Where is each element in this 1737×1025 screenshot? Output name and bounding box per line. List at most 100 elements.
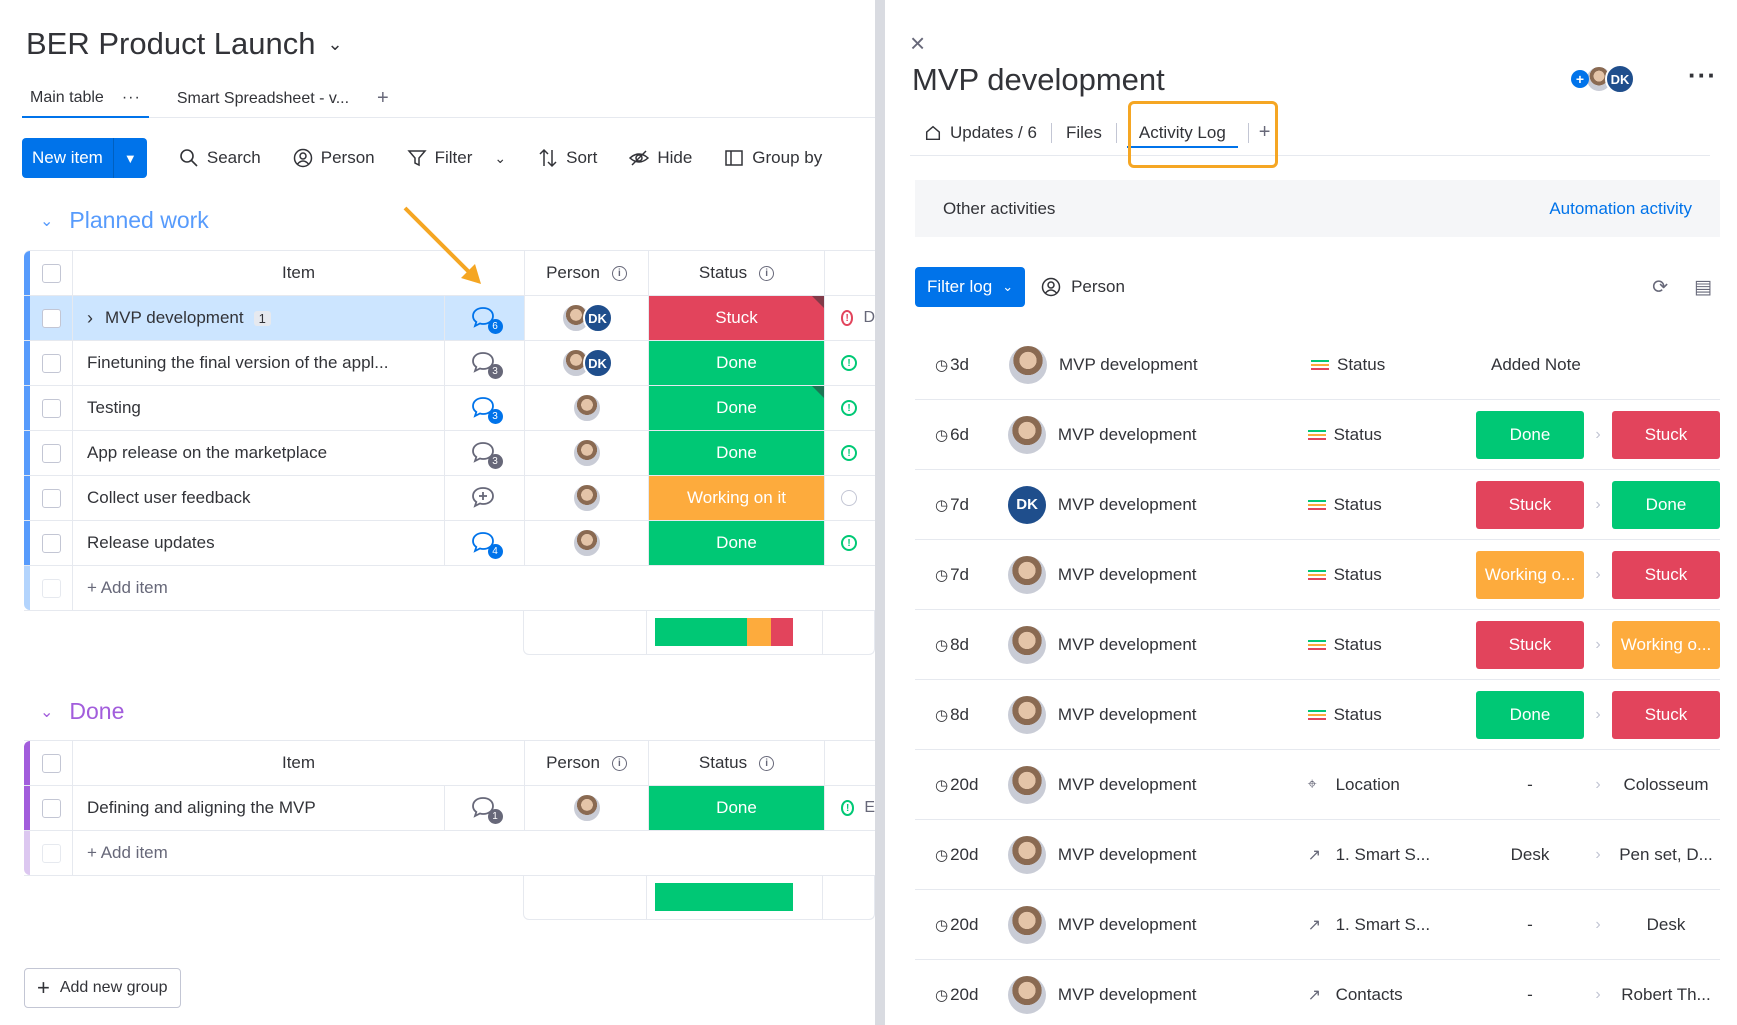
group-header-done[interactable]: ⌄ Done xyxy=(40,698,124,725)
log-row[interactable]: ◷ 20d MVP development ↗ Contacts - › Robert Th.… xyxy=(915,960,1720,1025)
log-row[interactable]: ◷ 6d MVP development Status Done › Stuck xyxy=(915,400,1720,470)
status-cell[interactable]: Working on it xyxy=(649,476,825,520)
add-view-button[interactable]: + xyxy=(377,87,389,110)
add-tab-button[interactable]: + xyxy=(1259,121,1271,144)
person-cell[interactable] xyxy=(525,786,649,830)
info-icon[interactable]: i xyxy=(759,755,775,771)
tab-updates[interactable]: Updates / 6 xyxy=(910,110,1051,156)
person-cell[interactable] xyxy=(525,476,649,520)
item-name[interactable]: Finetuning the final version of the appl… xyxy=(87,353,388,373)
log-item-name[interactable]: MVP development xyxy=(1050,635,1308,655)
log-item-name[interactable]: MVP development xyxy=(1050,705,1308,725)
conversation-icon[interactable]: 3 xyxy=(471,441,503,469)
row-checkbox[interactable] xyxy=(41,443,61,463)
log-row[interactable]: ◷ 3d MVP development Status Added Note xyxy=(915,330,1720,400)
more-icon[interactable]: ··· xyxy=(122,89,141,107)
log-item-name[interactable]: MVP development xyxy=(1050,985,1308,1005)
item-name[interactable]: App release on the marketplace xyxy=(87,443,327,463)
chevron-down-icon[interactable]: ⌄ xyxy=(40,211,53,231)
other-activities-tab[interactable]: Other activities xyxy=(943,199,1055,219)
status-cell[interactable]: Done xyxy=(649,341,825,385)
chevron-down-icon[interactable]: ▼ xyxy=(112,138,147,178)
row-checkbox[interactable] xyxy=(41,798,61,818)
log-row[interactable]: ◷ 7d DK MVP development Status Stuck › Done xyxy=(915,470,1720,540)
item-name[interactable]: Release updates xyxy=(87,533,215,553)
group-header-planned-work[interactable]: ⌄ Planned work xyxy=(40,207,209,234)
select-all-checkbox[interactable] xyxy=(41,263,61,283)
chevron-down-icon[interactable]: ⌄ xyxy=(40,702,53,722)
table-row[interactable]: Testing 3 Done ! xyxy=(24,386,875,431)
export-excel-icon[interactable]: ▤ xyxy=(1694,276,1712,299)
extra-cell[interactable]: ! xyxy=(825,386,875,430)
updates-cell[interactable]: 4 xyxy=(445,521,525,565)
status-cell[interactable]: Done xyxy=(649,521,825,565)
add-item-row[interactable]: + Add item xyxy=(24,831,875,876)
column-header-status[interactable]: Status i xyxy=(649,741,825,785)
column-header-person[interactable]: Person i xyxy=(525,251,649,295)
column-header-status[interactable]: Status i xyxy=(649,251,825,295)
log-item-name[interactable]: MVP development xyxy=(1050,565,1308,585)
status-cell[interactable]: Stuck xyxy=(649,296,825,340)
extra-cell[interactable]: ! xyxy=(825,431,875,475)
person-cell[interactable] xyxy=(525,521,649,565)
add-update-icon[interactable] xyxy=(471,486,499,510)
extra-cell[interactable] xyxy=(825,476,875,520)
tab-main-table[interactable]: Main table ··· xyxy=(22,80,149,118)
updates-cell[interactable]: 6 xyxy=(445,296,525,340)
table-row[interactable]: Finetuning the final version of the appl… xyxy=(24,341,875,386)
log-row[interactable]: ◷ 20d MVP development ↗ 1. Smart S... Desk › Pe… xyxy=(915,820,1720,890)
log-item-name[interactable]: MVP development xyxy=(1050,845,1308,865)
row-checkbox[interactable] xyxy=(41,353,61,373)
subscribers[interactable]: + DK xyxy=(1571,64,1635,94)
row-checkbox[interactable] xyxy=(41,398,61,418)
person-filter-button[interactable]: Person xyxy=(1041,277,1125,297)
person-cell[interactable] xyxy=(525,431,649,475)
item-name-cell[interactable]: › MVP development 1 xyxy=(73,296,445,340)
person-cell[interactable]: DK xyxy=(525,296,649,340)
extra-cell[interactable]: ! E xyxy=(825,786,875,830)
add-item-input[interactable]: + Add item xyxy=(73,831,875,875)
status-cell[interactable]: Done xyxy=(649,431,825,475)
add-item-row[interactable]: + Add item xyxy=(24,566,875,611)
updates-cell[interactable]: 3 xyxy=(445,431,525,475)
status-cell[interactable]: Done xyxy=(649,786,825,830)
updates-cell[interactable]: 3 xyxy=(445,341,525,385)
log-item-name[interactable]: MVP development xyxy=(1050,495,1308,515)
select-all-checkbox[interactable] xyxy=(41,753,61,773)
column-header-person[interactable]: Person i xyxy=(525,741,649,785)
filter-button[interactable]: Filter ⌄ xyxy=(406,148,506,168)
panel-divider[interactable] xyxy=(875,0,885,1025)
panel-title[interactable]: MVP development xyxy=(912,62,1165,98)
sort-button[interactable]: Sort xyxy=(538,148,597,168)
extra-cell[interactable]: ! xyxy=(825,521,875,565)
extra-cell[interactable]: ! D xyxy=(825,296,875,340)
automation-activity-link[interactable]: Automation activity xyxy=(1549,199,1692,219)
log-row[interactable]: ◷ 20d MVP development ↗ 1. Smart S... - › Desk xyxy=(915,890,1720,960)
log-row[interactable]: ◷ 20d MVP development ⌖ Location - › Colosseum xyxy=(915,750,1720,820)
log-item-name[interactable]: MVP development xyxy=(1051,355,1311,375)
filter-log-button[interactable]: Filter log ⌄ xyxy=(915,267,1026,307)
updates-cell[interactable]: 3 xyxy=(445,386,525,430)
refresh-icon[interactable]: ⟳ xyxy=(1652,276,1668,299)
log-row[interactable]: ◷ 7d MVP development Status Working o... › Stu… xyxy=(915,540,1720,610)
table-row[interactable]: › MVP development 1 6 DK Stuck ! D xyxy=(24,296,875,341)
item-name[interactable]: Testing xyxy=(87,398,141,418)
item-name-cell[interactable]: App release on the marketplace xyxy=(73,431,445,475)
log-row[interactable]: ◷ 8d MVP development Status Done › Stuck xyxy=(915,680,1720,750)
item-name-cell[interactable]: Collect user feedback xyxy=(73,476,445,520)
log-row[interactable]: ◷ 8d MVP development Status Stuck › Working o.… xyxy=(915,610,1720,680)
hide-button[interactable]: Hide xyxy=(629,148,692,168)
row-checkbox[interactable] xyxy=(41,533,61,553)
status-distribution-bar[interactable] xyxy=(655,618,793,646)
more-icon[interactable]: ··· xyxy=(1688,60,1717,91)
subitems-count-badge[interactable]: 1 xyxy=(253,310,271,326)
row-checkbox[interactable] xyxy=(41,488,61,508)
conversation-icon[interactable]: 1 xyxy=(471,796,503,824)
conversation-icon[interactable]: 3 xyxy=(471,351,503,379)
table-row[interactable]: Collect user feedback Working on it xyxy=(24,476,875,521)
person-cell[interactable] xyxy=(525,386,649,430)
person-cell[interactable]: DK xyxy=(525,341,649,385)
tab-files[interactable]: Files xyxy=(1052,110,1116,156)
search-button[interactable]: Search xyxy=(179,148,261,168)
item-name-cell[interactable]: Release updates xyxy=(73,521,445,565)
